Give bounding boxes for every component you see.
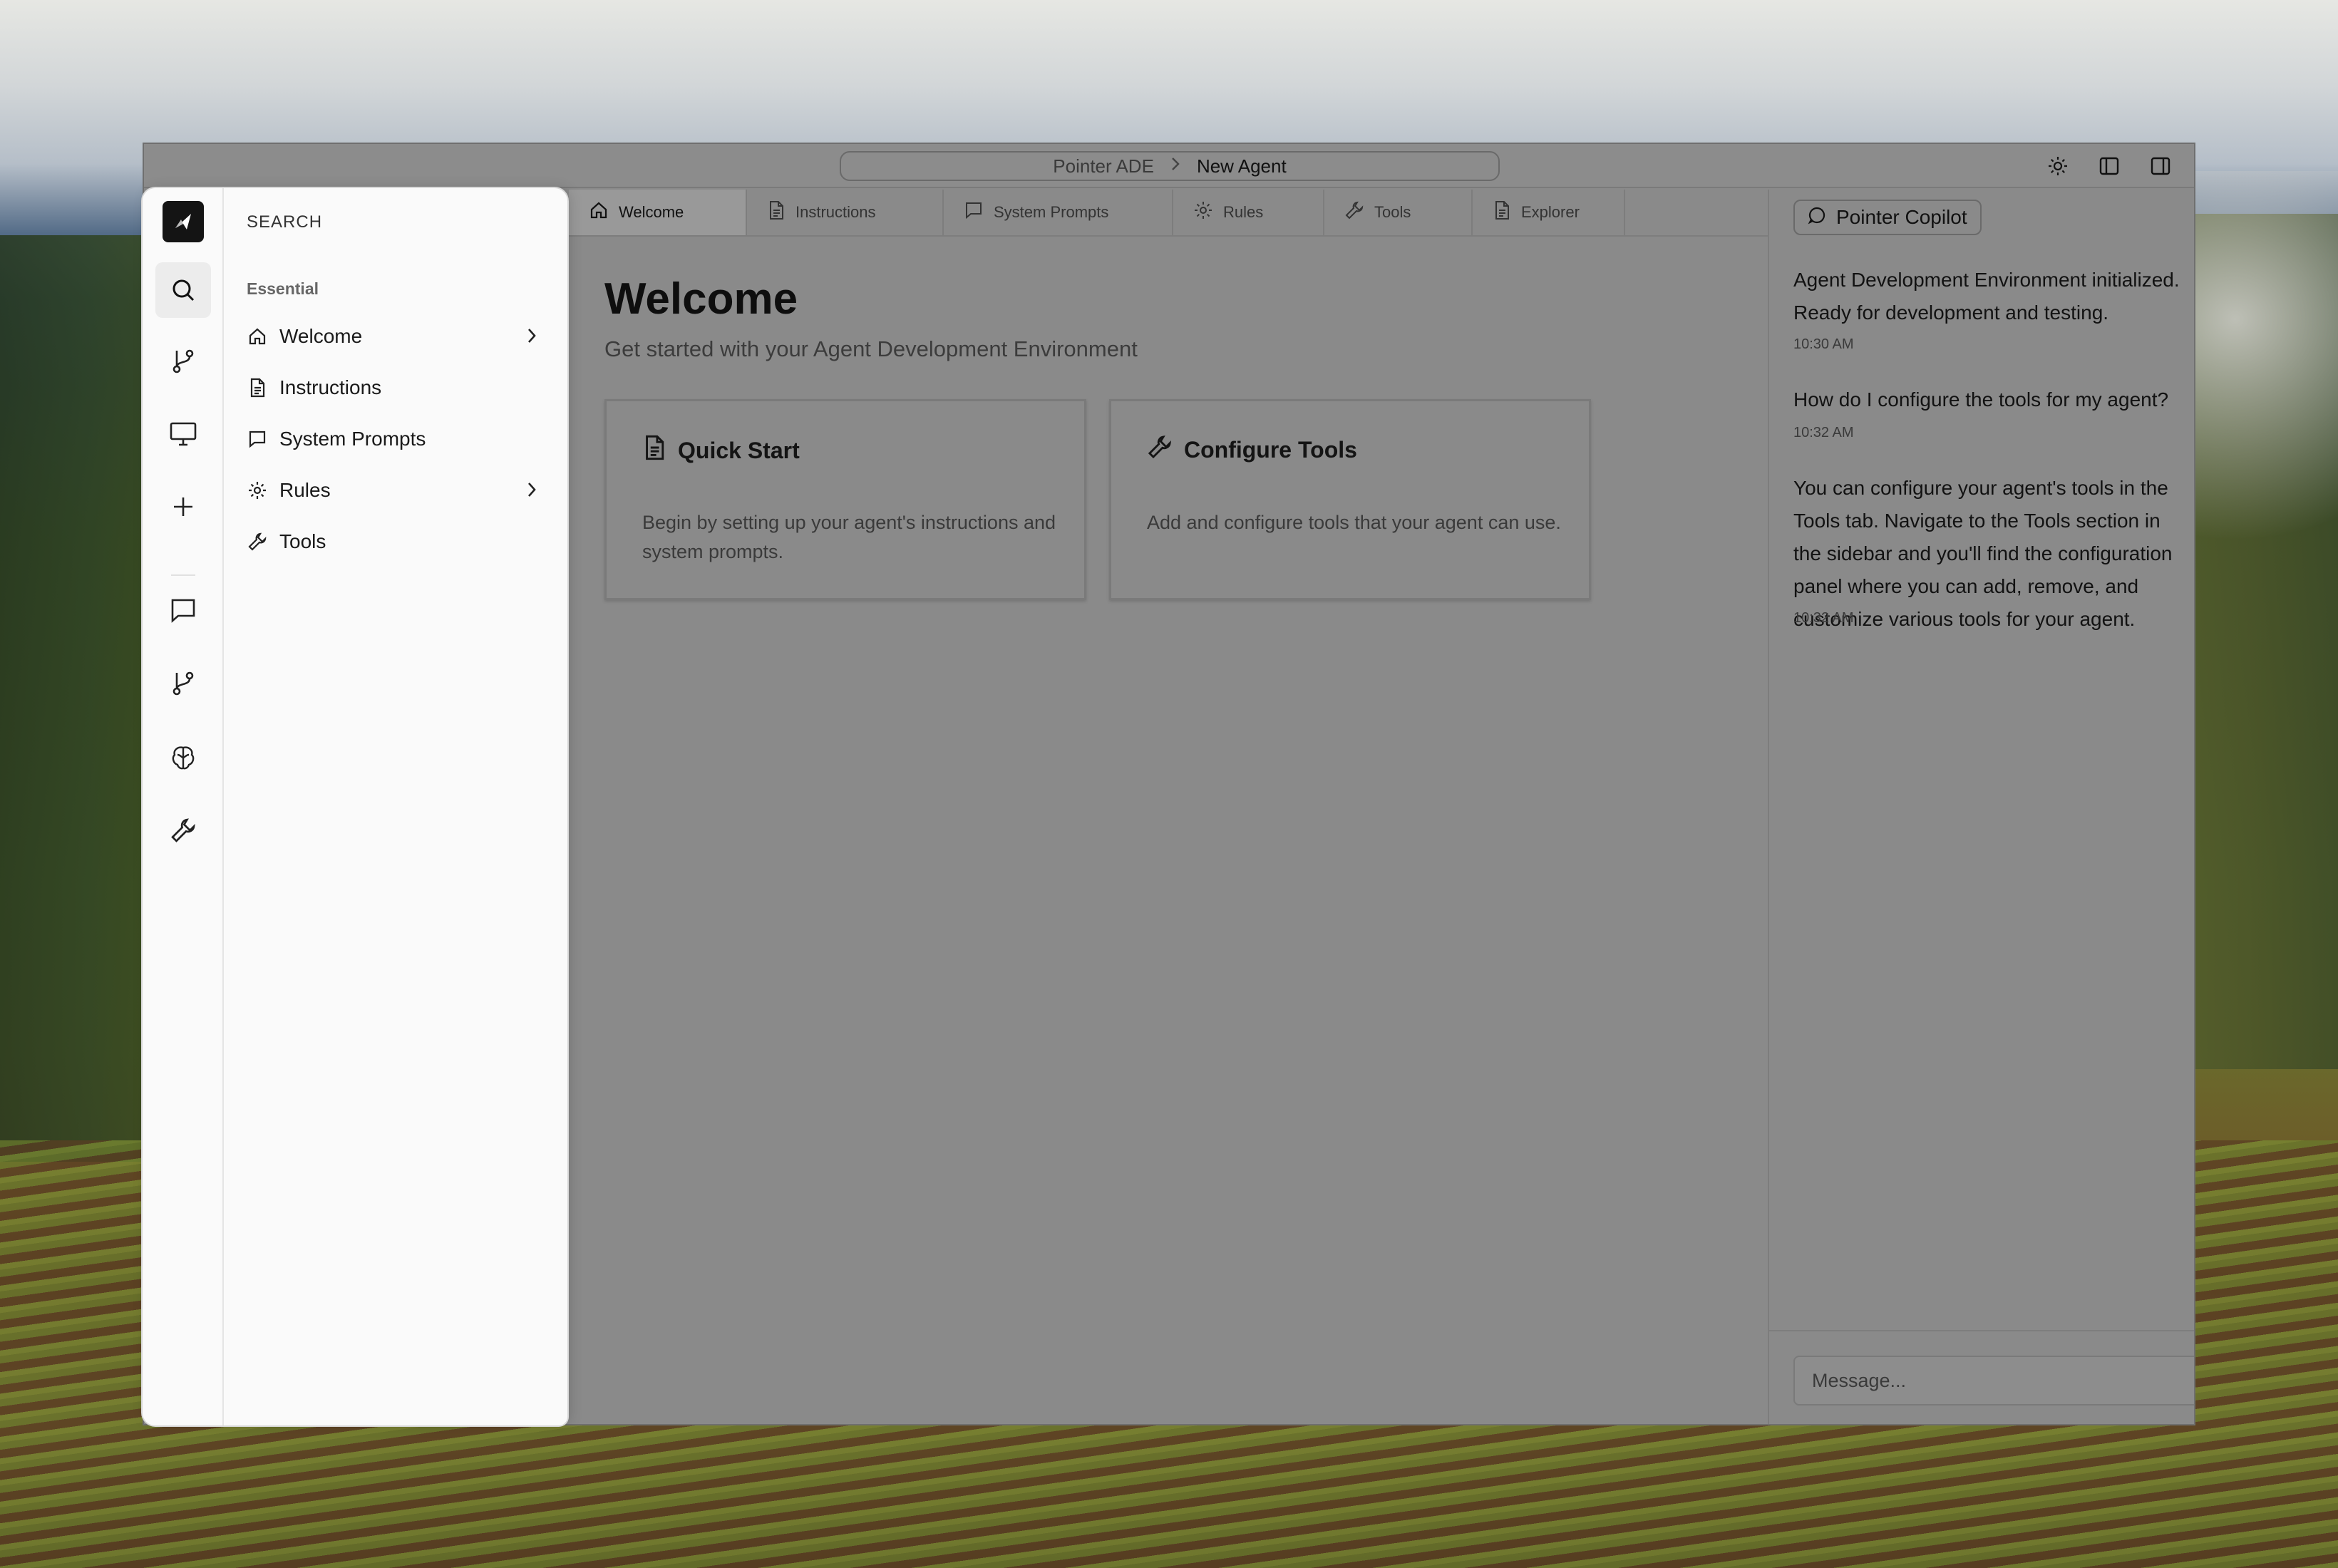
copilot-panel: Pointer Copilot Agent Development Enviro… [1768,190,2194,1424]
card-title: Configure Tools [1147,434,1357,465]
message-circle-icon [1808,206,1826,229]
tab-label: Tools [1374,203,1411,221]
message-timestamp: 10:30 AM [1793,336,1854,352]
home-icon [247,326,268,347]
chat-message: Agent Development Environment initialize… [1793,269,2180,324]
chevron-right-icon[interactable] [526,326,537,350]
sidebar-item-label: System Prompts [279,428,426,450]
card-description: Begin by setting up your agent's instruc… [642,512,1056,562]
sidebar-item-label: Rules [279,479,331,501]
sidebar-panel: SEARCH Essential Welcome Instructions Sy… [143,188,567,1425]
configure-tools-card[interactable]: Configure Tools Add and configure tools … [1109,399,1591,600]
home-icon [589,200,609,225]
quick-start-card[interactable]: Quick Start Begin by setting up your age… [604,399,1086,600]
background-forest [0,235,150,1162]
search-label[interactable]: SEARCH [247,212,322,232]
tab-label: System Prompts [994,203,1109,221]
sidebar-right-icon[interactable] [2148,154,2173,178]
sidebar-item-welcome[interactable]: Welcome [247,316,546,356]
tab-label: Rules [1223,203,1264,221]
card-description: Add and configure tools that your agent … [1147,512,1561,533]
monitor-icon[interactable] [155,406,211,462]
sidebar-item-rules[interactable]: Rules [247,470,546,510]
tab-instructions[interactable]: Instructions [747,190,944,235]
wrench-icon[interactable] [155,803,211,858]
wrench-icon [1344,200,1364,225]
copilot-title-badge[interactable]: Pointer Copilot [1793,200,1982,235]
sidebar-item-label: Welcome [279,325,363,347]
page-title: Welcome [604,274,798,324]
message-icon [247,428,268,450]
sun-icon[interactable] [2046,154,2070,178]
tab-label: Explorer [1521,203,1580,221]
document-icon [767,200,786,225]
search-icon[interactable] [155,262,211,318]
tab-label: Welcome [619,203,684,221]
icon-rail [143,188,224,1425]
brain-icon[interactable] [155,730,211,785]
tab-explorer[interactable]: Explorer [1473,190,1625,235]
chevron-right-icon[interactable] [526,480,537,504]
wrench-icon [247,531,268,552]
breadcrumb-current[interactable]: New Agent [1197,155,1287,177]
main-content: Welcome Get started with your Agent Deve… [569,237,1768,1424]
rail-divider [171,574,195,576]
gear-icon [247,480,268,501]
tab-label: Instructions [795,203,876,221]
page-subtitle: Get started with your Agent Development … [604,336,1138,361]
message-icon [964,200,984,225]
tab-system-prompts[interactable]: System Prompts [944,190,1173,235]
document-icon [247,377,268,398]
plus-icon[interactable] [155,479,211,535]
message-timestamp: 10:32 AM [1793,610,1854,626]
copilot-title: Pointer Copilot [1836,206,1967,228]
tab-rules[interactable]: Rules [1173,190,1324,235]
card-title: Quick Start [642,434,800,467]
document-icon [642,434,666,467]
message-input[interactable] [1793,1356,2194,1405]
sidebar-item-system-prompts[interactable]: System Prompts [247,419,546,459]
breadcrumb-root[interactable]: Pointer ADE [1053,155,1154,177]
sidebar-item-label: Tools [279,530,326,552]
chevron-right-icon [1170,156,1181,176]
tab-bar: Welcome Instructions System Prompts Rule… [569,190,1768,237]
logo-icon[interactable] [163,201,204,242]
card-title-text: Configure Tools [1184,436,1357,463]
sidebar-left-icon[interactable] [2097,154,2121,178]
chat-message: How do I configure the tools for my agen… [1793,388,2169,411]
tab-tools[interactable]: Tools [1324,190,1473,235]
section-label: Essential [247,279,319,298]
message-icon[interactable] [155,583,211,639]
gear-icon [1193,200,1213,225]
wrench-icon [1147,434,1173,465]
document-icon [1493,200,1511,225]
sidebar-item-tools[interactable]: Tools [247,522,546,562]
git-branch-icon[interactable] [155,334,211,389]
tab-welcome[interactable]: Welcome [569,190,747,235]
card-title-text: Quick Start [678,437,800,463]
title-actions [2046,154,2173,178]
message-composer [1769,1330,2194,1424]
sidebar-item-label: Instructions [279,376,382,398]
git-branch-icon[interactable] [155,656,211,711]
sidebar-nav: SEARCH Essential Welcome Instructions Sy… [247,188,560,1425]
title-bar: Pointer ADE New Agent [144,144,2194,188]
breadcrumb[interactable]: Pointer ADE New Agent [840,151,1500,181]
message-timestamp: 10:32 AM [1793,425,1854,440]
sidebar-item-instructions[interactable]: Instructions [247,368,546,408]
